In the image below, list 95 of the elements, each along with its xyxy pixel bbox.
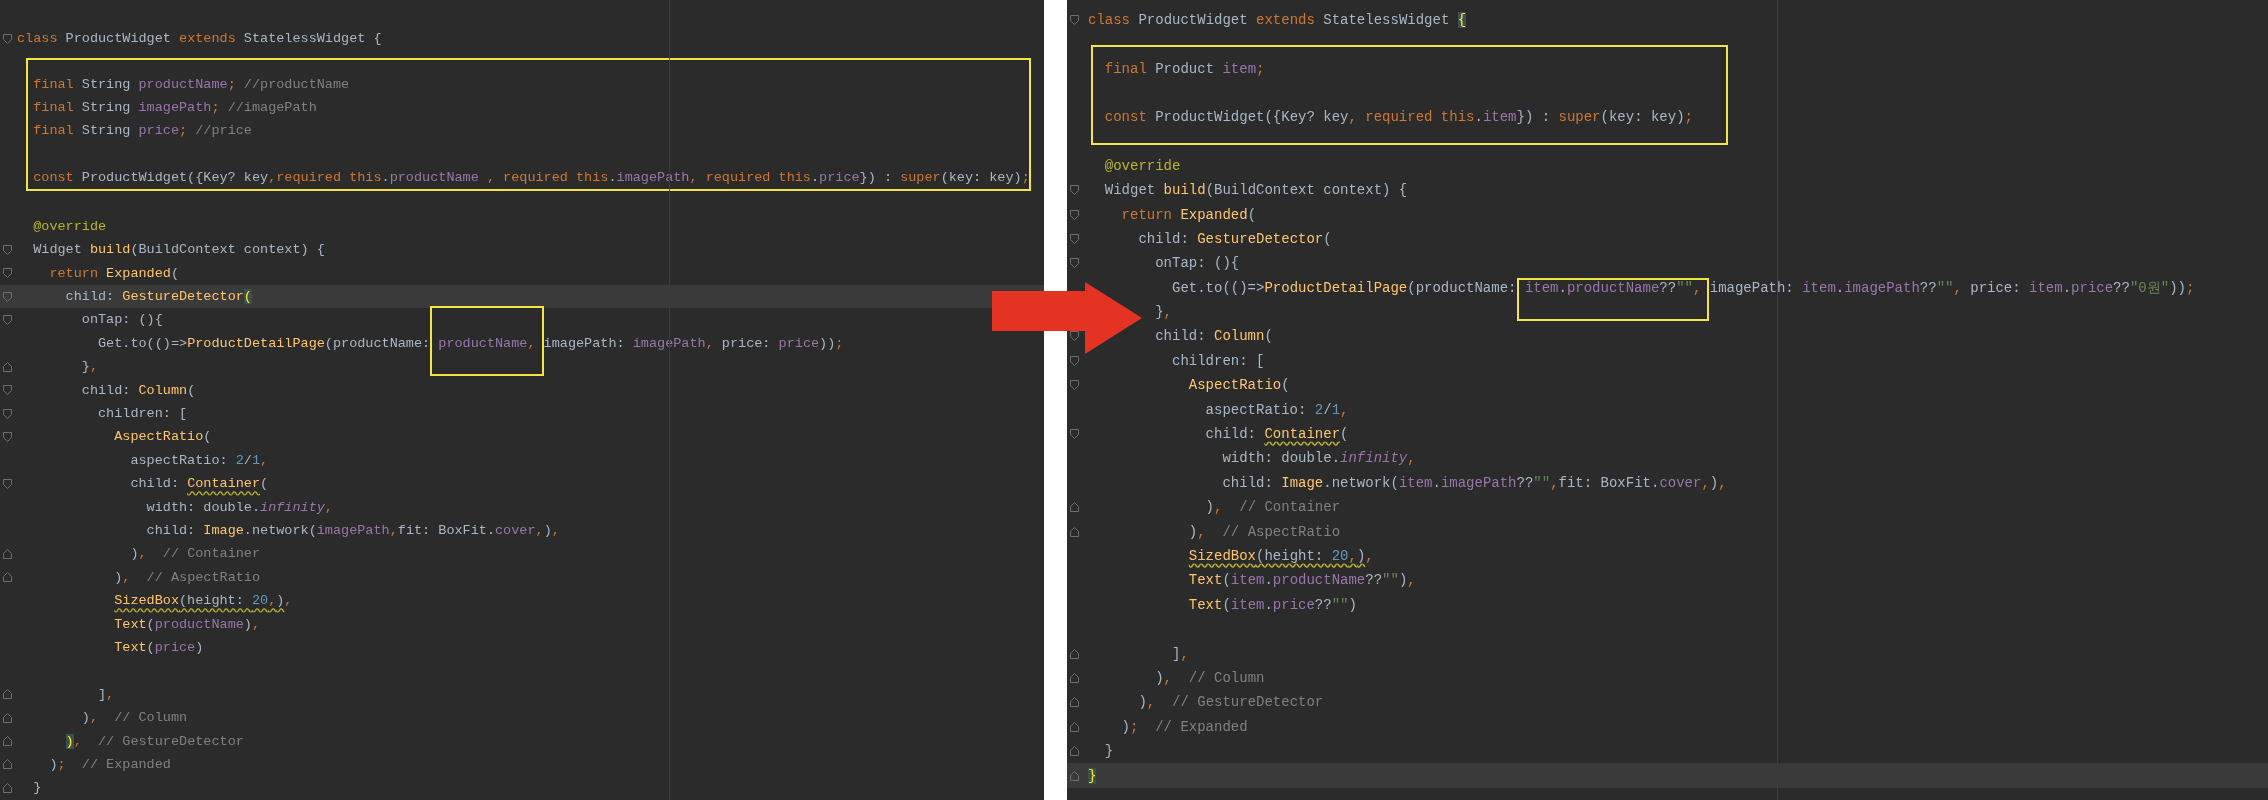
code-line: final String imagePath; //imagePath bbox=[33, 99, 317, 115]
code-text: Get.to(()=>ProductDetailPage(productName: bbox=[1172, 279, 1518, 296]
code-line: Text(item.price??"") bbox=[1188, 596, 1357, 613]
code-line: const ProductWidget({Key? key,required this.productName , required this.imagePath, required this.price}) : super(key: key); bbox=[33, 170, 1030, 186]
fold-icon[interactable] bbox=[3, 782, 12, 793]
code-line: class ProductWidget extends StatelessWidget { bbox=[1088, 12, 1467, 29]
code-line: }, bbox=[1155, 304, 1172, 321]
code-line: } bbox=[33, 780, 42, 796]
fold-icon[interactable] bbox=[3, 408, 12, 419]
code-line: child: Image.network(item.imagePath??"",fit: BoxFit.cover,), bbox=[1222, 474, 1727, 491]
code-line: Text(item.productName??""), bbox=[1188, 572, 1416, 589]
code-line: const ProductWidget({Key? key, required this.item}) : super(key: key); bbox=[1104, 109, 1693, 126]
code-line: ); // Expanded bbox=[49, 756, 171, 772]
code-line: onTap: (){ bbox=[81, 312, 163, 328]
code-line: Text(productName), bbox=[114, 616, 261, 632]
code-line: ], bbox=[98, 686, 115, 702]
fold-icon[interactable] bbox=[1070, 209, 1079, 220]
fold-icon[interactable] bbox=[3, 385, 12, 396]
fold-icon[interactable] bbox=[1070, 502, 1079, 513]
code-line: @override bbox=[1104, 157, 1181, 174]
fold-icon[interactable] bbox=[1070, 258, 1079, 269]
code-line: ), // Column bbox=[81, 710, 188, 726]
fold-icon[interactable] bbox=[1070, 770, 1079, 781]
code-line: ), // AspectRatio bbox=[1188, 523, 1341, 540]
code-line: return Expanded( bbox=[1121, 206, 1257, 223]
fold-icon[interactable] bbox=[1070, 233, 1079, 244]
code-line: child: Container( bbox=[130, 476, 269, 492]
code-line: child: GestureDetector( bbox=[65, 289, 252, 305]
fold-icon[interactable] bbox=[1070, 526, 1079, 537]
highlighted-code: item.productName??"", bbox=[1516, 277, 1710, 321]
code-line: child: Column( bbox=[1155, 328, 1273, 345]
fold-icon[interactable] bbox=[3, 291, 12, 302]
fold-icon[interactable] bbox=[1070, 648, 1079, 659]
code-line: }, bbox=[81, 359, 98, 375]
code-line: SizedBox(height: 20,), bbox=[1188, 548, 1374, 564]
code-text: imagePath: item.imagePath??"", price: item.price??"0원")); bbox=[1708, 279, 2195, 296]
code-line: @override bbox=[33, 218, 107, 234]
code-line: ), // Container bbox=[1205, 499, 1341, 516]
highlighted-code: productName, bbox=[430, 305, 544, 376]
code-line: class ProductWidget extends StatelessWidget { bbox=[17, 31, 382, 47]
fold-icon[interactable] bbox=[1070, 746, 1079, 757]
fold-icon[interactable] bbox=[3, 548, 12, 559]
fold-icon[interactable] bbox=[1070, 355, 1079, 366]
code-line: child: GestureDetector( bbox=[1138, 230, 1332, 247]
code-line: aspectRatio: 2/1, bbox=[130, 452, 269, 468]
code-line: } bbox=[1104, 743, 1114, 760]
code-line: ), // AspectRatio bbox=[114, 569, 261, 585]
code-text: Get.to(()=>ProductDetailPage(productName: bbox=[98, 335, 432, 351]
fold-icon[interactable] bbox=[1070, 429, 1079, 440]
code-line: return Expanded( bbox=[49, 265, 180, 281]
code-line: final String price; //price bbox=[33, 123, 252, 139]
code-line: AspectRatio( bbox=[1188, 377, 1290, 394]
code-line: width: double.infinity, bbox=[1222, 450, 1416, 467]
code-line: child: Column( bbox=[81, 382, 196, 398]
fold-icon[interactable] bbox=[3, 689, 12, 700]
code-line: ); // Expanded bbox=[1121, 718, 1248, 735]
fold-icon[interactable] bbox=[3, 33, 12, 44]
fold-icon[interactable] bbox=[3, 244, 12, 255]
code-line: child: Image.network(imagePath,fit: BoxFit.cover,), bbox=[146, 523, 560, 538]
fold-icon[interactable] bbox=[1070, 697, 1079, 708]
fold-icon[interactable] bbox=[1070, 721, 1079, 732]
code-line: width: double.infinity, bbox=[146, 499, 333, 515]
code-line: final Product item; bbox=[1104, 60, 1265, 77]
fold-icon[interactable] bbox=[3, 431, 12, 442]
right-arrow-icon bbox=[992, 282, 1142, 354]
code-line: onTap: (){ bbox=[1155, 255, 1240, 272]
fold-icon[interactable] bbox=[1070, 672, 1079, 683]
fold-icon[interactable] bbox=[1070, 185, 1079, 196]
code-line: ], bbox=[1172, 645, 1189, 662]
code-line: final String productName; //productName bbox=[33, 76, 350, 92]
fold-icon[interactable] bbox=[1070, 331, 1079, 342]
code-line: ), // GestureDetector bbox=[1138, 694, 1324, 711]
fold-icon[interactable] bbox=[3, 268, 12, 279]
code-line: ), // Column bbox=[1155, 669, 1265, 686]
code-line: ), // Container bbox=[130, 546, 261, 562]
fold-icon[interactable] bbox=[3, 712, 12, 723]
code-line: children: [ bbox=[1172, 352, 1265, 369]
code-line: aspectRatio: 2/1, bbox=[1205, 401, 1349, 418]
fold-icon[interactable] bbox=[3, 315, 12, 325]
code-line: Widget build(BuildContext context) { bbox=[33, 242, 325, 258]
fold-icon[interactable] bbox=[1070, 380, 1079, 391]
code-text: imagePath: imagePath, price: price)); bbox=[542, 335, 844, 351]
code-line: child: Container( bbox=[1205, 426, 1349, 443]
code-line: AspectRatio( bbox=[114, 429, 212, 445]
fold-icon[interactable] bbox=[3, 361, 12, 372]
fold-icon[interactable] bbox=[1070, 15, 1079, 26]
fold-icon[interactable] bbox=[3, 759, 12, 770]
fold-icon[interactable] bbox=[3, 478, 12, 489]
code-line: ), // GestureDetector bbox=[65, 733, 244, 749]
code-line: children: [ bbox=[98, 406, 188, 422]
code-line: Text(price) bbox=[114, 639, 204, 655]
code-line: Widget build(BuildContext context) { bbox=[1104, 182, 1408, 199]
fold-icon[interactable] bbox=[3, 736, 12, 746]
fold-icon[interactable] bbox=[3, 572, 12, 583]
code-line: SizedBox(height: 20,), bbox=[114, 593, 293, 609]
